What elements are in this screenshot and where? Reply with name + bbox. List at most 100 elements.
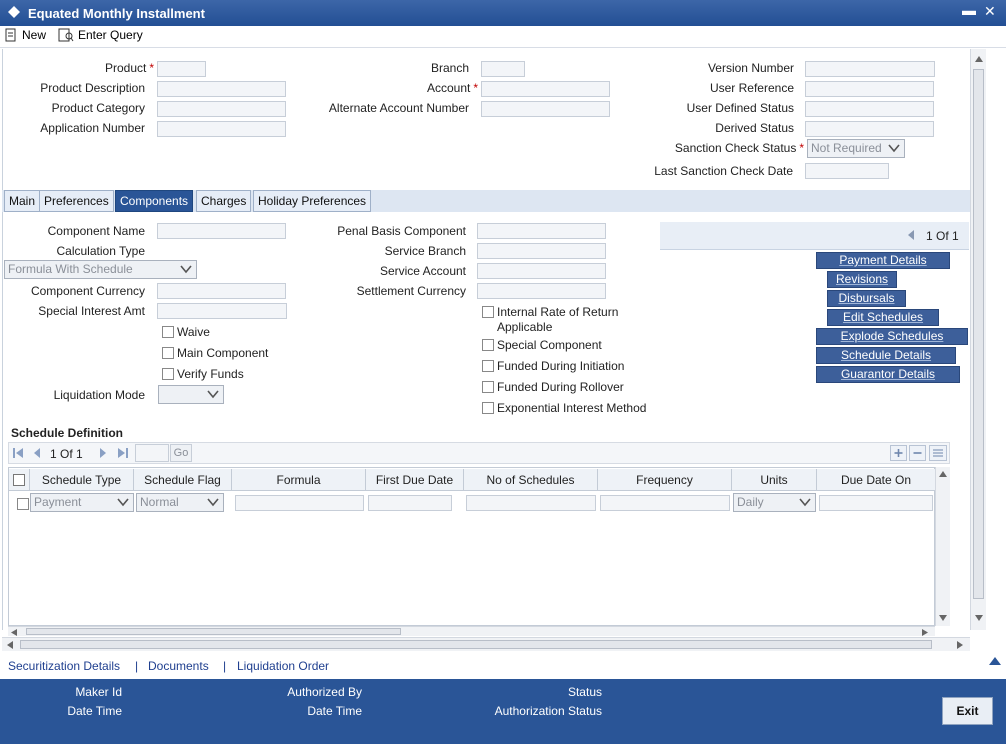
select-all-checkbox[interactable] [13,474,25,486]
application-number-input[interactable] [157,121,286,137]
form-horizontal-scrollbar[interactable] [2,637,970,651]
edit-schedules-button[interactable]: Edit Schedules [827,309,939,326]
col-first-due-date[interactable]: First Due Date [366,469,464,491]
payment-details-button[interactable]: Payment Details [816,252,950,269]
account-input[interactable] [481,81,610,97]
schedule-details-button[interactable]: Schedule Details [816,347,956,364]
tab-preferences[interactable]: Preferences [39,190,114,212]
documents-link[interactable]: Documents [148,659,209,673]
product-category-input[interactable] [157,101,286,117]
disbursals-button[interactable]: Disbursals [827,290,906,307]
explode-schedules-button[interactable]: Explode Schedules [816,328,968,345]
col-schedule-type[interactable]: Schedule Type [30,469,134,491]
form-vertical-scroll-thumb[interactable] [973,69,984,599]
minimize-icon[interactable]: ▬ [962,2,976,18]
col-no-of-schedules[interactable]: No of Schedules [464,469,598,491]
go-button[interactable]: Go [170,444,192,462]
scroll-left-icon[interactable] [11,629,17,636]
special-interest-amt-input[interactable] [157,303,287,319]
col-frequency[interactable]: Frequency [598,469,732,491]
settlement-currency-input[interactable] [477,283,606,299]
user-reference-input[interactable] [805,81,934,97]
guarantor-details-button[interactable]: Guarantor Details [816,366,960,383]
form-horizontal-scroll-thumb[interactable] [20,640,932,649]
scroll-down-icon[interactable] [939,615,947,621]
tab-holiday-preferences[interactable]: Holiday Preferences [253,190,372,212]
last-sanction-check-date-label: Last Sanction Check Date [654,164,793,178]
no-of-schedules-input[interactable] [466,495,596,511]
component-pager-text: 1 Of 1 [926,229,959,243]
col-schedule-flag[interactable]: Schedule Flag [134,469,232,491]
exponential-interest-method-checkbox[interactable] [482,402,494,414]
col-formula[interactable]: Formula [232,469,366,491]
securitization-details-link[interactable]: Securitization Details [8,659,120,673]
window-title: Equated Monthly Installment [28,6,205,21]
single-view-button[interactable] [929,445,947,461]
previous-page-icon[interactable] [32,447,42,459]
due-date-on-input[interactable] [819,495,933,511]
form-vertical-scrollbar[interactable] [970,49,986,630]
new-button[interactable]: New [4,28,46,46]
user-defined-status-input[interactable] [805,101,934,117]
units-select[interactable]: Daily [733,493,816,512]
component-name-input[interactable] [157,223,286,239]
last-page-icon[interactable] [117,447,129,459]
scroll-right-icon[interactable] [922,629,928,636]
enter-query-button[interactable]: Enter Query [58,28,143,46]
component-currency-input[interactable] [157,283,286,299]
scroll-down-icon[interactable] [975,615,983,621]
collapse-up-icon[interactable] [988,655,1002,667]
funded-during-rollover-label: Funded During Rollover [497,380,624,394]
previous-arrow-icon[interactable] [906,229,916,241]
funded-during-rollover-checkbox[interactable] [482,381,494,393]
component-name-label: Component Name [47,224,145,238]
sanction-check-status-select[interactable]: Not Required [807,139,905,158]
verify-funds-checkbox[interactable] [162,368,174,380]
formula-input[interactable] [235,495,364,511]
scroll-left-icon[interactable] [7,641,13,649]
liquidation-mode-select[interactable] [158,385,224,404]
main-component-checkbox[interactable] [162,347,174,359]
schedule-page-input[interactable] [135,444,169,462]
calculation-type-select[interactable]: Formula With Schedule [4,260,197,279]
penal-basis-component-input[interactable] [477,223,606,239]
col-units[interactable]: Units [732,469,817,491]
scroll-up-icon[interactable] [975,56,983,62]
derived-status-input[interactable] [805,121,934,137]
schedule-flag-select[interactable]: Normal [136,493,224,512]
close-icon[interactable]: ✕ [984,3,996,20]
product-description-input[interactable] [157,81,286,97]
scroll-up-icon[interactable] [939,471,947,477]
add-row-button[interactable] [890,445,907,461]
tab-components[interactable]: Components [115,190,194,212]
alternate-account-number-input[interactable] [481,101,610,117]
tab-main[interactable]: Main [4,190,41,212]
branch-input[interactable] [481,61,525,77]
grid-horizontal-scrollbar[interactable] [8,626,935,636]
first-due-date-input[interactable] [368,495,452,511]
tab-charges[interactable]: Charges [196,190,252,212]
schedule-type-select[interactable]: Payment [30,493,134,512]
irr-applicable-checkbox[interactable] [482,306,494,318]
next-page-icon[interactable] [98,447,108,459]
product-input[interactable] [157,61,206,77]
row-select-checkbox[interactable] [17,498,29,510]
delete-row-button[interactable] [909,445,926,461]
exit-button[interactable]: Exit [942,697,993,725]
grid-horizontal-scroll-thumb[interactable] [26,628,401,635]
enter-query-label: Enter Query [78,28,143,42]
frequency-input[interactable] [600,495,730,511]
first-page-icon[interactable] [12,447,24,459]
col-due-date-on[interactable]: Due Date On [817,469,935,491]
special-component-checkbox[interactable] [482,339,494,351]
grid-vertical-scrollbar[interactable] [935,467,950,626]
scroll-right-icon[interactable] [957,641,963,649]
funded-during-initiation-checkbox[interactable] [482,360,494,372]
version-number-input[interactable] [805,61,935,77]
service-account-input[interactable] [477,263,606,279]
liquidation-order-link[interactable]: Liquidation Order [237,659,329,673]
revisions-button[interactable]: Revisions [827,271,897,288]
service-branch-input[interactable] [477,243,606,259]
waive-checkbox[interactable] [162,326,174,338]
last-sanction-check-date-input[interactable] [805,163,889,179]
